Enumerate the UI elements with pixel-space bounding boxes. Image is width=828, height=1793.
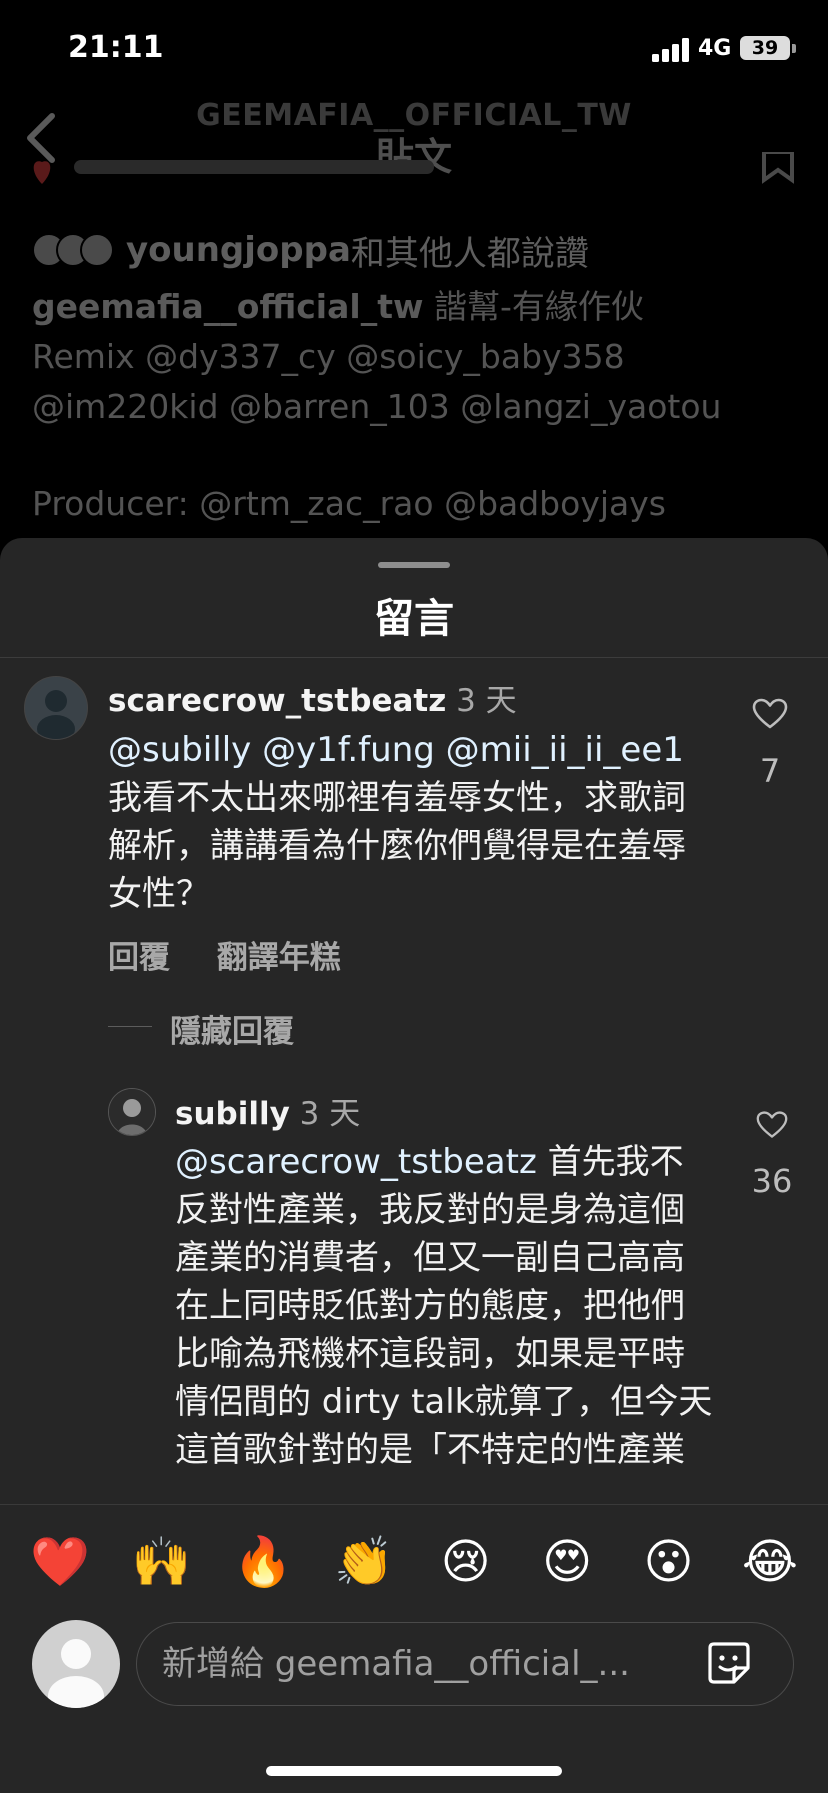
caption-line: @im220kid @barren_103 @langzi_yaotou	[32, 387, 722, 426]
reply-text: @scarecrow_tstbeatz 首先我不反對性產業，我反對的是身為這個產…	[175, 1138, 715, 1500]
status-time: 21:11	[68, 30, 164, 65]
caption-line: Remix @dy337_cy @soicy_baby358	[32, 337, 625, 376]
post-stats-faded	[74, 160, 434, 174]
heart-outline-icon[interactable]	[752, 698, 788, 730]
emoji-surprised[interactable]: 😮	[639, 1532, 699, 1592]
reply-button[interactable]: 回覆	[108, 940, 170, 976]
caption-username[interactable]: geemafia__official_tw	[32, 287, 423, 326]
sticker-icon[interactable]	[706, 1640, 752, 1686]
post-caption: geemafia__official_tw 諧幫-有緣作伙 Remix @dy3…	[32, 282, 802, 432]
user-photo-avatar-icon	[109, 1089, 155, 1135]
reply-header: subilly 3 天	[175, 1088, 360, 1133]
quick-emoji-row: ❤️ 🙌 🔥 👏 😢 😍 😮 😂	[30, 1532, 800, 1592]
liker-avatar	[80, 233, 114, 267]
replies-divider-line	[108, 1026, 152, 1027]
emoji-raised-hands[interactable]: 🙌	[131, 1532, 192, 1592]
liker-username[interactable]: youngjoppa	[126, 230, 351, 270]
liked-by-suffix: 和其他人都說讚	[350, 233, 589, 274]
hide-replies-button[interactable]: 隱藏回覆	[170, 1006, 294, 1051]
comment-body: 我看不太出來哪裡有羞辱女性，求歌詞解析，講講看為什麼你們覺得是在羞辱女性？	[108, 778, 686, 914]
cellular-signal-icon	[652, 38, 689, 62]
comment-input[interactable]	[160, 1640, 674, 1688]
default-avatar-icon	[37, 690, 75, 739]
reply-mention[interactable]: @scarecrow_tstbeatz	[175, 1142, 537, 1182]
reply-avatar[interactable]	[108, 1088, 156, 1136]
sheet-grabber[interactable]	[378, 562, 450, 568]
emoji-fire[interactable]: 🔥	[233, 1532, 293, 1592]
commenter-avatar[interactable]	[24, 676, 88, 740]
bookmark-icon	[762, 152, 794, 184]
sheet-divider	[0, 657, 828, 658]
caption-producer: Producer: @rtm_zac_rao @badboyjays	[32, 484, 666, 523]
liked-by-row[interactable]: youngjoppa 和其他人都說讚	[32, 228, 589, 274]
emoji-heart[interactable]: ❤️	[30, 1532, 90, 1592]
emoji-clap[interactable]: 👏	[334, 1532, 394, 1592]
reply-username[interactable]: subilly	[175, 1096, 290, 1132]
emoji-laughing[interactable]: 😂	[740, 1532, 800, 1592]
caption-line: 諧幫-有緣作伙	[433, 287, 644, 326]
battery-tip	[792, 44, 796, 53]
translate-button[interactable]: 翻譯年糕	[217, 940, 341, 976]
reply-time: 3 天	[299, 1096, 361, 1132]
heart-outline-icon[interactable]	[756, 1110, 788, 1140]
battery-icon: 39	[740, 36, 790, 60]
post-like-icon	[33, 161, 51, 184]
comment-header: scarecrow_tstbeatz 3 天	[108, 675, 517, 720]
default-avatar-icon	[48, 1639, 104, 1708]
home-indicator	[266, 1766, 562, 1776]
comment-actions: 回覆 翻譯年糕	[108, 932, 377, 977]
network-type: 4G	[698, 36, 732, 61]
comment-time: 3 天	[456, 683, 517, 719]
current-user-avatar	[32, 1620, 120, 1708]
comments-sheet-title: 留言	[374, 596, 454, 642]
emoji-crying[interactable]: 😢	[436, 1532, 496, 1592]
reply-like-count: 36	[751, 1162, 793, 1200]
comment-username[interactable]: scarecrow_tstbeatz	[108, 683, 446, 719]
comment-text: @subilly @y1f.fung @mii_ii_ii_ee1 我看不太出來…	[108, 726, 708, 918]
post-action-row	[33, 152, 794, 184]
comment-mentions[interactable]: @subilly @y1f.fung @mii_ii_ii_ee1	[108, 730, 684, 770]
comment-like-count: 7	[759, 752, 781, 790]
reply-body: 首先我不反對性產業，我反對的是身為這個產業的消費者，但又一副自己高高在上同時貶低…	[175, 1142, 713, 1470]
emoji-heart-eyes[interactable]: 😍	[537, 1532, 597, 1592]
